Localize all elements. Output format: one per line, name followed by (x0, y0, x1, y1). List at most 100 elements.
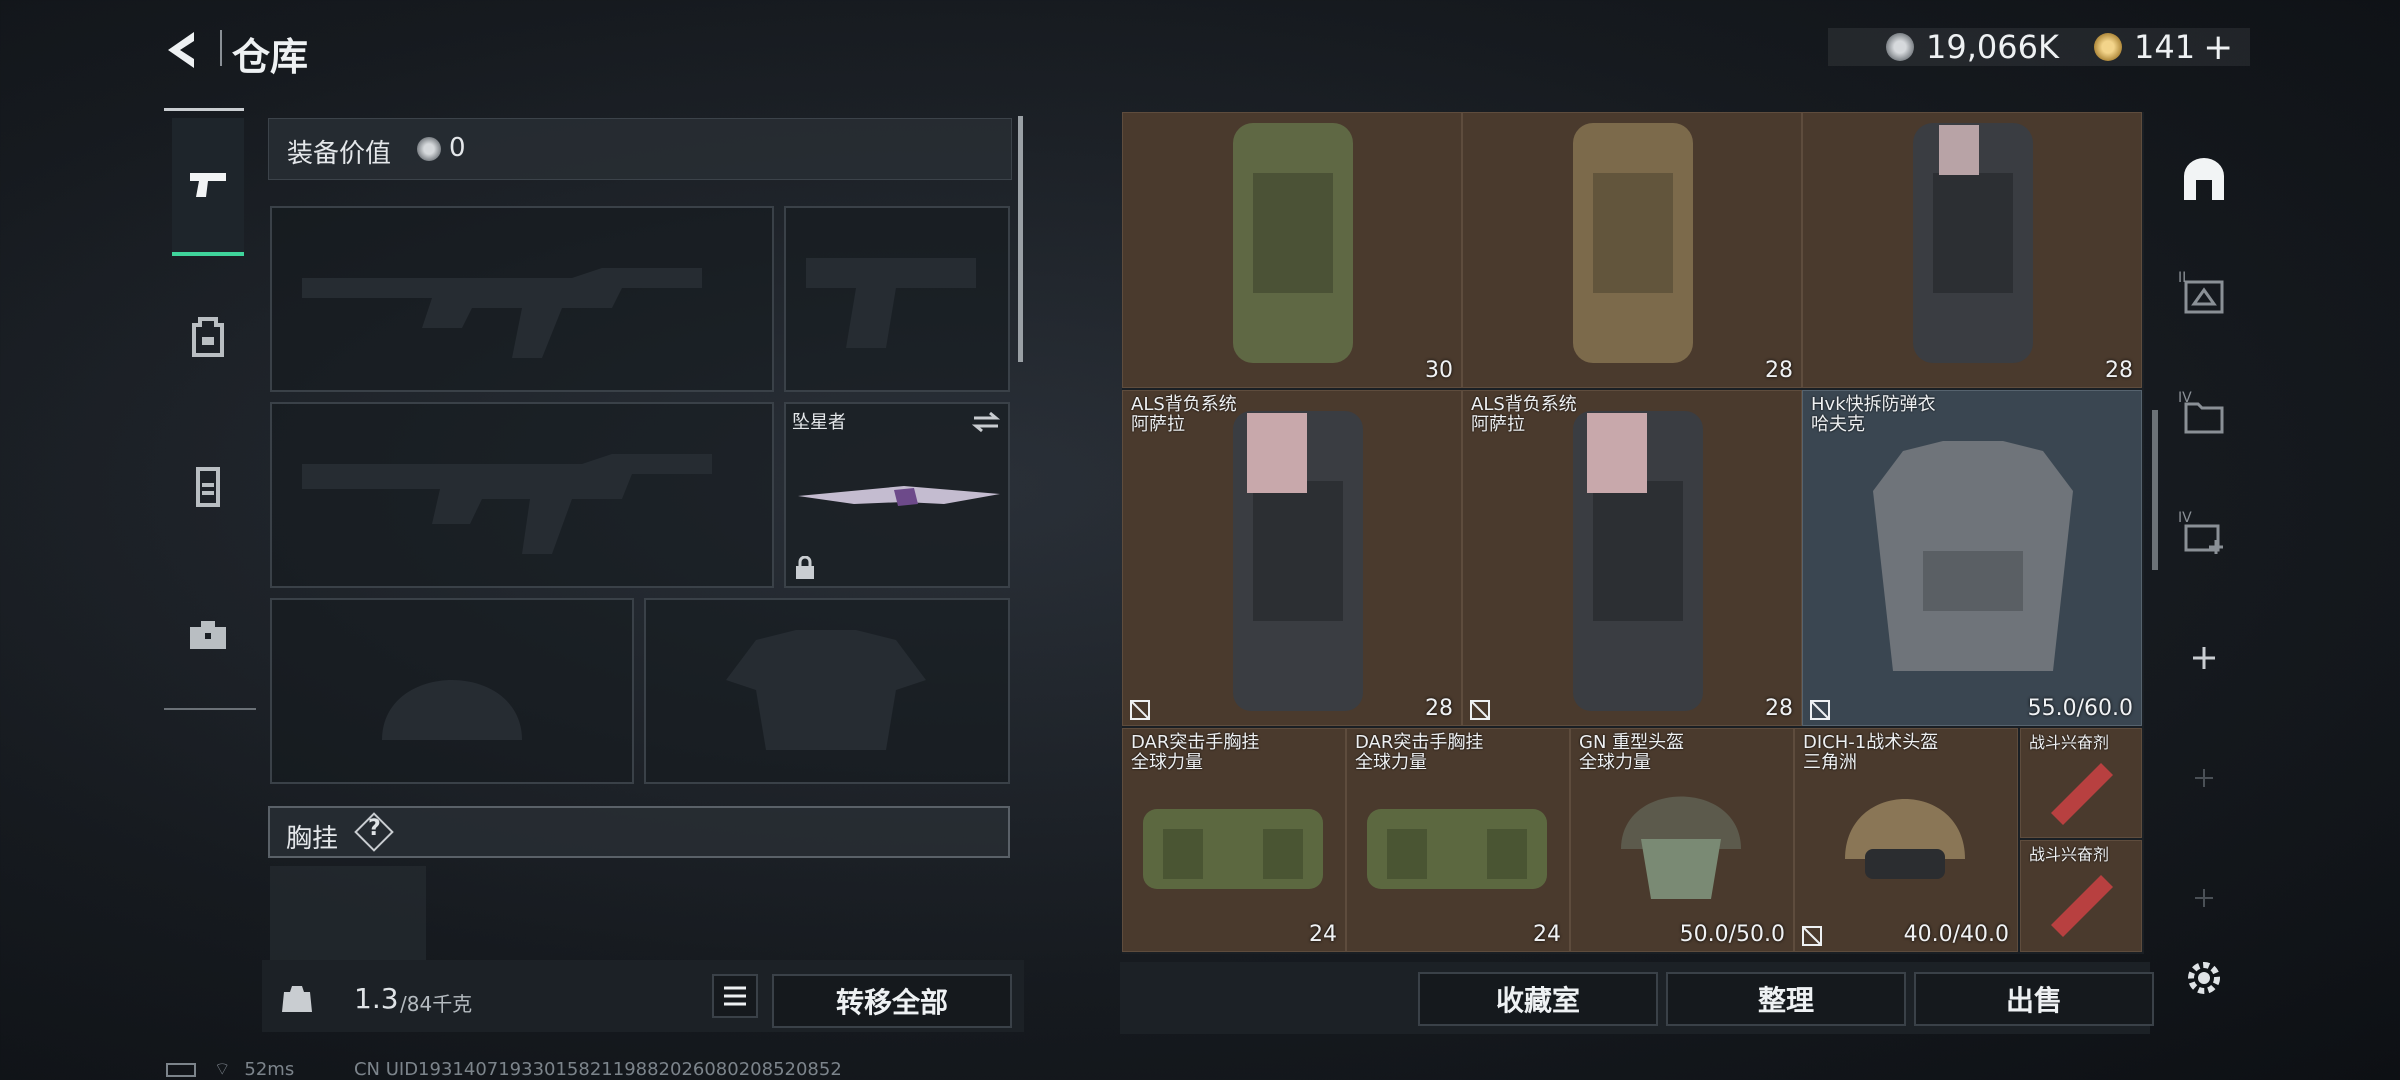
stash-item[interactable]: 28 (1802, 112, 2142, 388)
item-maker: 阿萨拉 (1131, 414, 1185, 435)
tab-number: IV (2178, 390, 2192, 406)
item-durability: 40.0/40.0 (1903, 922, 2009, 947)
list-icon (724, 986, 746, 1006)
chest-rig-label: 胸挂 (286, 824, 339, 854)
help-icon[interactable]: ? (368, 816, 381, 841)
weight-icon (282, 986, 312, 1012)
armor-item-icon (1873, 441, 2073, 671)
item-name: GN 重型头盔 全球力量 (1579, 733, 1684, 773)
page-title: 仓库 (232, 35, 309, 79)
transfer-all-button[interactable]: 转移全部 (772, 974, 1012, 1028)
ping-value: 52ms (244, 1059, 295, 1080)
no-insure-icon (1130, 700, 1150, 720)
melee-name: 坠星者 (792, 412, 846, 433)
stash-item[interactable]: DAR突击手胸挂 全球力量 24 (1122, 728, 1346, 952)
pistol-slot[interactable] (784, 206, 1010, 392)
storage-box-icon (2184, 280, 2224, 314)
item-name: ALS背负系统 阿萨拉 (1131, 395, 1237, 435)
stash-item[interactable]: ALS背负系统 阿萨拉 28 (1462, 390, 1802, 726)
item-count: 30 (1425, 358, 1453, 383)
add-stash-tab-disabled (2176, 750, 2232, 806)
tab-number: IV (2178, 510, 2192, 526)
nav-bottom-line (164, 708, 256, 710)
item-name-line: ALS背负系统 (1471, 394, 1577, 415)
item-count: 24 (1309, 922, 1337, 947)
stash-item[interactable]: 战斗兴奋剂 (2020, 728, 2142, 838)
chest-rig-item-icon (1143, 809, 1323, 889)
item-name-line: DAR突击手胸挂 (1355, 732, 1484, 753)
item-name-line: DAR突击手胸挂 (1131, 732, 1260, 753)
nav-top-line (164, 108, 244, 111)
currency-triangle-value: 141 (2134, 28, 2196, 66)
nav-tab-rig[interactable] (172, 418, 244, 556)
back-button[interactable] (160, 26, 208, 74)
syringe-item-icon (2051, 763, 2113, 825)
stash-item[interactable]: ALS背负系统 阿萨拉 28 (1122, 390, 1462, 726)
no-insure-icon (1802, 926, 1822, 946)
nav-tab-weapons[interactable] (172, 118, 244, 256)
weight-value: 1.3 (354, 982, 399, 1015)
stash-grid: 30 28 28 ALS背负系统 阿萨拉 28 ALS背负系统 阿萨拉 28 Hvk… (1122, 112, 2144, 954)
stash-item[interactable]: GN 重型头盔 全球力量 50.0/50.0 (1570, 728, 1794, 952)
secondary-weapon-slot[interactable] (270, 402, 774, 588)
item-durability: 50.0/50.0 (1679, 922, 1785, 947)
collection-room-button[interactable]: 收藏室 (1418, 972, 1658, 1026)
no-insure-icon (1810, 700, 1830, 720)
settings-button[interactable] (2176, 950, 2232, 1006)
item-durability: 55.0/60.0 (2027, 696, 2133, 721)
pistol-silhouette-icon (806, 258, 976, 348)
item-maker: 全球力量 (1355, 752, 1427, 773)
stash-scrollbar[interactable] (2152, 410, 2158, 570)
stash-item[interactable]: 28 (1462, 112, 1802, 388)
swap-icon[interactable] (972, 410, 1000, 434)
primary-weapon-slot[interactable] (270, 206, 774, 392)
item-maker: 哈夫克 (1811, 414, 1865, 435)
stash-tab-4[interactable]: IV (2176, 508, 2232, 564)
nav-tab-case[interactable] (172, 566, 244, 704)
back-arrow-icon (168, 32, 194, 68)
item-count: 28 (1765, 696, 1793, 721)
syringe-item-icon (2051, 875, 2113, 937)
item-count: 28 (2105, 358, 2133, 383)
stash-tab-main[interactable] (2176, 152, 2232, 208)
rifle-silhouette-icon (302, 454, 712, 554)
chest-rig-slot[interactable] (270, 866, 426, 962)
armor-slot[interactable] (644, 598, 1010, 784)
status-bar: ⌔ 52ms CN UID193140719330158211988202608… (166, 1058, 842, 1080)
stash-item[interactable]: 战斗兴奋剂 (2020, 840, 2142, 952)
stash-tab-3[interactable]: IV (2176, 388, 2232, 444)
pistol-icon (190, 173, 226, 197)
equipment-value: 0 (449, 133, 466, 163)
sort-button[interactable]: 整理 (1666, 972, 1906, 1026)
item-name: DAR突击手胸挂 全球力量 (1355, 733, 1483, 773)
stash-item[interactable]: 30 (1122, 112, 1462, 388)
sell-button[interactable]: 出售 (1914, 972, 2154, 1026)
gear-icon (2188, 962, 2220, 994)
stash-item-selected[interactable]: Hvk快拆防弹衣 哈夫克 55.0/60.0 (1802, 390, 2142, 726)
item-name-line: DICH-1战术头盔 (1803, 732, 1939, 753)
currency-triangle[interactable]: 141 + (2094, 27, 2233, 68)
item-name-line: ALS背负系统 (1131, 394, 1237, 415)
helmet-slot[interactable] (270, 598, 634, 784)
coin-icon (417, 137, 441, 161)
loadout-scrollbar[interactable] (1018, 116, 1023, 362)
stash-item[interactable]: DICH-1战术头盔 三角洲 40.0/40.0 (1794, 728, 2018, 952)
vest-icon (196, 467, 220, 507)
stash-item[interactable]: DAR突击手胸挂 全球力量 24 (1346, 728, 1570, 952)
helmet-item-icon (1845, 799, 1965, 879)
armor-silhouette-icon (726, 630, 926, 750)
knife-icon (798, 486, 1000, 506)
list-view-button[interactable] (712, 974, 758, 1018)
item-name: DAR突击手胸挂 全球力量 (1131, 733, 1259, 773)
add-stash-tab-button[interactable] (2176, 630, 2232, 686)
stash-tab-2[interactable]: II (2176, 268, 2232, 324)
triangle-coin-icon (2094, 33, 2122, 61)
item-name: 战斗兴奋剂 (2029, 733, 2110, 752)
nav-tab-backpack[interactable] (172, 268, 244, 406)
add-currency-icon[interactable]: + (2203, 27, 2233, 68)
item-name-line: GN 重型头盔 (1579, 732, 1685, 753)
melee-slot[interactable]: 坠星者 (784, 402, 1010, 588)
currency-hafcoin: 19,066K (1886, 28, 2059, 66)
item-name: 战斗兴奋剂 (2029, 845, 2110, 864)
toolbox-icon (190, 621, 226, 649)
